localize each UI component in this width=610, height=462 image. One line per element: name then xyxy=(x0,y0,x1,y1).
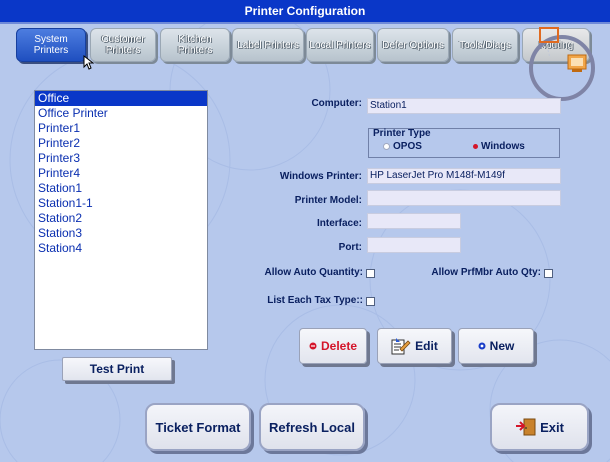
printer-list-item[interactable]: Office xyxy=(35,91,207,106)
allow-prfmbr-auto-qty-label: Allow PrfMbr Auto Qty: xyxy=(431,267,541,278)
radio-unselected-icon xyxy=(383,143,390,150)
printer-list-item[interactable]: Station1-1 xyxy=(35,196,207,211)
edit-button[interactable]: Edit xyxy=(377,328,452,364)
list-each-tax-type-label: List Each Tax Type:: xyxy=(267,295,363,306)
tab-customer-printers[interactable]: Customer Printers xyxy=(90,28,156,62)
interface-label: Interface: xyxy=(316,218,362,229)
printer-list-item[interactable]: Printer4 xyxy=(35,166,207,181)
tab-tools-diags[interactable]: Tools/Diags xyxy=(452,28,518,62)
computer-field[interactable]: Station1 xyxy=(367,98,561,114)
tab-defer-options[interactable]: Defer Options xyxy=(377,28,449,62)
new-icon xyxy=(478,342,486,350)
tab-system-printers[interactable]: System Printers xyxy=(16,28,86,62)
printer-list-item[interactable]: Printer1 xyxy=(35,121,207,136)
printer-list-item[interactable]: Office Printer xyxy=(35,106,207,121)
tab-kitchen-printers[interactable]: Kitchen Printers xyxy=(160,28,230,62)
port-field[interactable] xyxy=(367,237,461,253)
printer-list-item[interactable]: Printer2 xyxy=(35,136,207,151)
tab-local-printers[interactable]: Local Printers xyxy=(306,28,374,62)
mouse-cursor-icon xyxy=(83,55,95,70)
delete-icon xyxy=(309,342,317,350)
new-button[interactable]: New xyxy=(458,328,534,364)
edit-icon xyxy=(391,337,411,355)
printer-type-label: Printer Type xyxy=(373,128,431,139)
printer-type-group: Printer Type OPOS Windows xyxy=(368,128,560,158)
printer-list-item[interactable]: Station2 xyxy=(35,211,207,226)
windows-radio[interactable]: Windows xyxy=(473,141,525,152)
tab-routing[interactable]: Routing xyxy=(522,28,590,62)
exit-button[interactable]: Exit xyxy=(490,403,589,451)
printer-model-label: Printer Model: xyxy=(294,195,362,206)
test-print-label: Test Print xyxy=(89,362,145,376)
interface-field[interactable] xyxy=(367,213,461,229)
windows-printer-label: Windows Printer: xyxy=(279,171,362,182)
refresh-local-label: Refresh Local xyxy=(269,419,355,435)
opos-radio[interactable]: OPOS xyxy=(383,141,422,152)
printer-list-item[interactable]: Station3 xyxy=(35,226,207,241)
ticket-format-label: Ticket Format xyxy=(155,419,241,435)
printer-list[interactable]: Office Office Printer Printer1 Printer2 … xyxy=(34,90,208,350)
radio-selected-icon xyxy=(473,144,478,149)
printer-list-item[interactable]: Printer3 xyxy=(35,151,207,166)
tab-label-printers[interactable]: Label Printers xyxy=(232,28,304,62)
exit-label: Exit xyxy=(540,419,564,435)
printer-list-item[interactable]: Station4 xyxy=(35,241,207,256)
exit-door-icon xyxy=(515,417,537,437)
allow-auto-quantity-label: Allow Auto Quantity: xyxy=(264,267,363,278)
opos-label: OPOS xyxy=(393,141,422,152)
allow-auto-quantity-checkbox[interactable] xyxy=(366,269,375,278)
printer-list-item[interactable]: Station1 xyxy=(35,181,207,196)
edit-label: Edit xyxy=(415,339,438,353)
computer-label: Computer: xyxy=(311,98,362,109)
ticket-format-button[interactable]: Ticket Format xyxy=(145,403,251,451)
allow-prfmbr-auto-qty-checkbox[interactable] xyxy=(544,269,553,278)
list-each-tax-type-checkbox[interactable] xyxy=(366,297,375,306)
delete-button[interactable]: Delete xyxy=(299,328,367,364)
refresh-local-button[interactable]: Refresh Local xyxy=(259,403,365,451)
printer-model-field[interactable] xyxy=(367,190,561,206)
window-title: Printer Configuration xyxy=(0,0,610,24)
delete-label: Delete xyxy=(320,339,358,353)
windows-label: Windows xyxy=(481,141,525,152)
test-print-button[interactable]: Test Print xyxy=(62,357,172,381)
windows-printer-field[interactable]: HP LaserJet Pro M148f-M149f xyxy=(367,168,561,184)
new-label: New xyxy=(489,339,515,353)
port-label: Port: xyxy=(338,242,362,253)
